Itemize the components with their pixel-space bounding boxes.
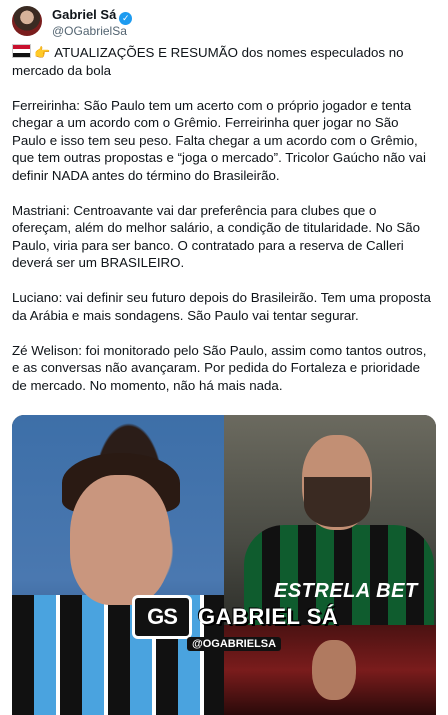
tweet-intro-text: ATUALIZAÇÕES E RESUMÃO dos nomes especul… (12, 45, 404, 78)
tweet-body: 👉 ATUALIZAÇÕES E RESUMÃO dos nomes especu… (12, 44, 436, 412)
flag-icon (12, 44, 31, 58)
face-right-bottom (312, 640, 356, 700)
paragraph-luciano: Luciano: vai definir seu futuro depois d… (12, 290, 431, 323)
face-left (70, 475, 170, 605)
watermark-logo: GS GABRIEL SÁ (132, 595, 339, 639)
paragraph-mastriani: Mastriani: Centroavante vai dar preferên… (12, 202, 420, 271)
author-handle[interactable]: @OGabrielSa (52, 24, 127, 38)
beard-right (304, 477, 370, 527)
avatar[interactable] (12, 6, 42, 36)
watermark-text: GABRIEL SÁ (198, 604, 339, 629)
paragraph-ferreirinha: Ferreirinha: São Paulo tem um acerto com… (12, 97, 426, 183)
author-name[interactable]: Gabriel Sá ✓ (52, 7, 133, 25)
paragraph-ze-welison: Zé Welison: foi monitorado pelo São Paul… (12, 342, 427, 393)
watermark-badge: GS (132, 595, 192, 639)
tweet-header: Gabriel Sá ✓ @OGabrielSa (12, 4, 436, 40)
pointing-hand-icon: 👉 (34, 45, 51, 60)
watermark-handle: @OGABRIELSA (187, 637, 282, 651)
tweet-media-image[interactable]: ESTRELA BET GS GABRIEL SÁ @OGABRIELSA (12, 415, 436, 715)
author-name-text[interactable]: Gabriel Sá (52, 7, 116, 22)
tweet-intro: 👉 ATUALIZAÇÕES E RESUMÃO dos nomes especu… (12, 44, 436, 79)
